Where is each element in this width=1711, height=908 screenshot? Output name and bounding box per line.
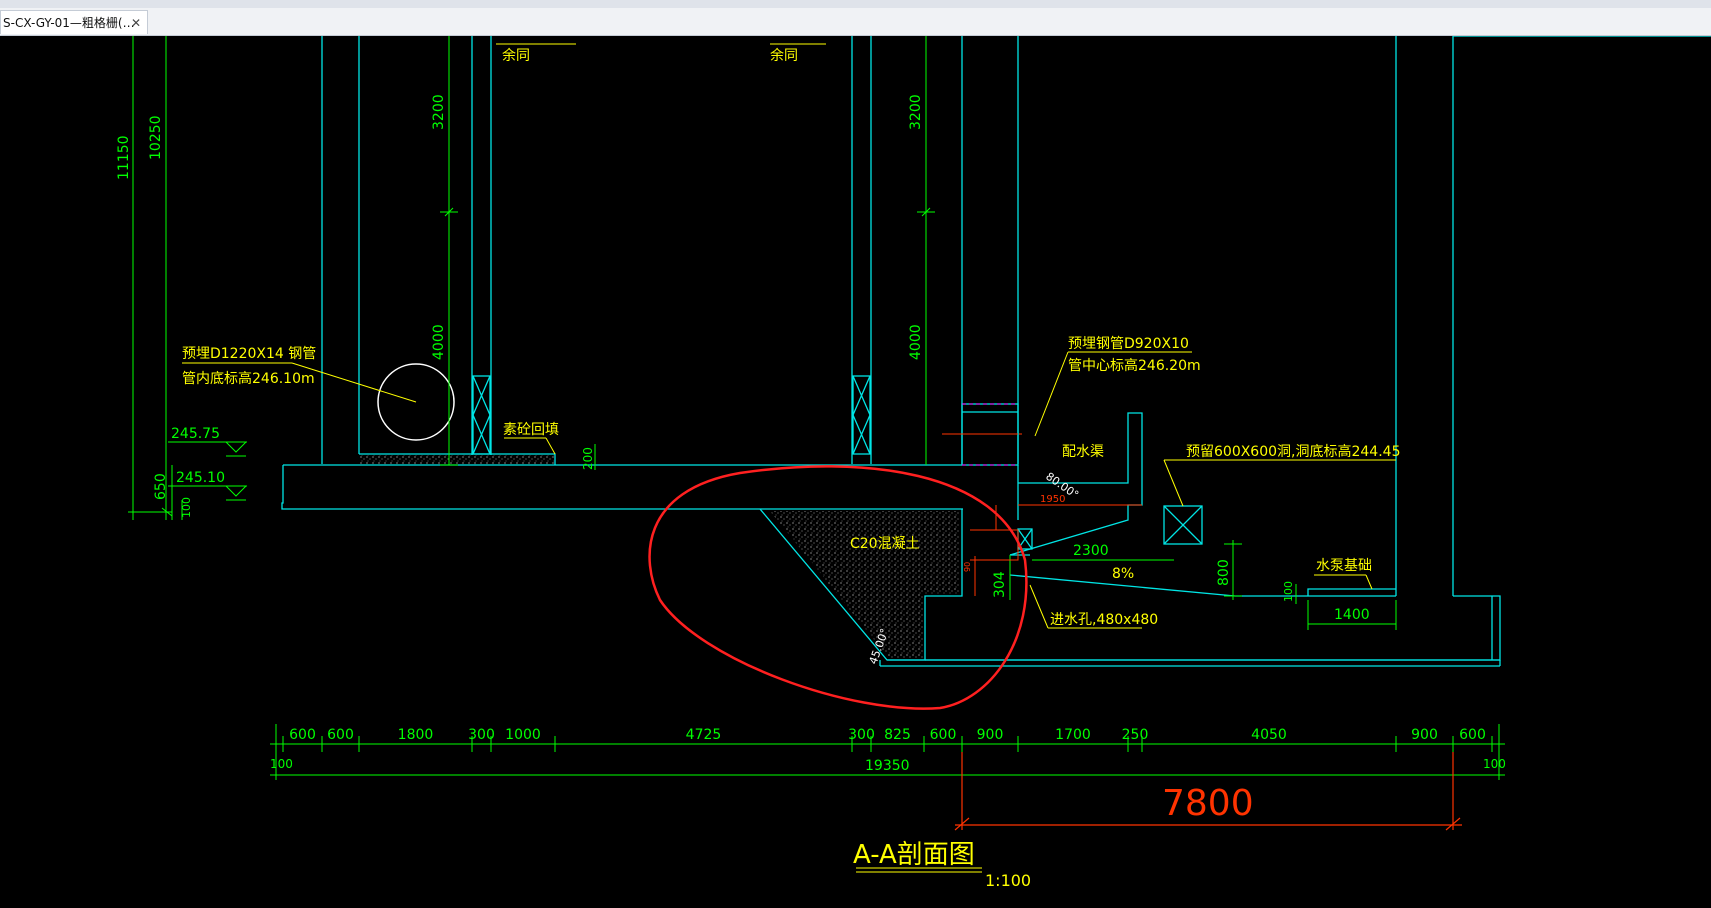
dim-200: 200 xyxy=(581,447,595,470)
dim-1950: 1950 xyxy=(1040,494,1065,505)
note-channel: 配水渠 xyxy=(1062,444,1104,460)
bottom-dim-label: 1800 xyxy=(398,727,434,743)
note-pipe-left-2: 管内底标高246.10m xyxy=(182,370,315,387)
bottom-dim-label: 600 xyxy=(930,727,957,743)
dim-4000-right: 4000 xyxy=(908,324,924,360)
dim-100-left: 100 xyxy=(180,497,193,518)
document-tab-bar: S-CX-GY-01—粗格栅(… ✕ xyxy=(0,8,1711,36)
elevation-245-10: 245.10 xyxy=(176,470,225,486)
bottom-dim-label: 4725 xyxy=(686,727,722,743)
bottom-dim-label: 4050 xyxy=(1251,727,1287,743)
bottom-dim-label: 900 xyxy=(977,727,1004,743)
cad-canvas: 11150 10250 3200 4000 3200 4000 650 100 … xyxy=(116,35,1711,890)
bottom-dim-label: 900 xyxy=(1411,727,1438,743)
total-dim-19350: 19350 xyxy=(865,758,910,774)
note-pipe-left-1: 预埋D1220X14 钢管 xyxy=(182,346,316,362)
note-slope: 8% xyxy=(1112,566,1134,582)
dimension-lines xyxy=(128,36,1505,780)
drawing-title: A-A剖面图 xyxy=(853,840,975,870)
annotation-texts: 预埋D1220X14 钢管 管内底标高246.10m 预埋钢管D920X10 管… xyxy=(182,47,1400,628)
note-top-right: 余同 xyxy=(770,47,798,64)
cad-drawing-area[interactable]: 11150 10250 3200 4000 3200 4000 650 100 … xyxy=(0,35,1711,904)
dim-3200-left: 3200 xyxy=(431,94,447,130)
note-pump-base: 水泵基础 xyxy=(1316,557,1372,574)
elevation-245-75: 245.75 xyxy=(171,426,220,442)
note-pipe-right-2: 管中心标高246.20m xyxy=(1068,357,1201,374)
dim-4000-left: 4000 xyxy=(431,324,447,360)
concrete-fill xyxy=(770,511,960,658)
note-pipe-right-1: 预埋钢管D920X10 xyxy=(1068,336,1189,352)
dim-10250: 10250 xyxy=(148,115,164,160)
dim-650: 650 xyxy=(153,473,169,500)
bottom-dim-label: 600 xyxy=(1459,727,1486,743)
note-backfill: 素砼回填 xyxy=(503,422,559,438)
drawing-scale: 1:100 xyxy=(985,871,1031,890)
edge-dim-right: 100 xyxy=(1483,757,1506,771)
dim-800: 800 xyxy=(1216,559,1232,586)
dim-2300: 2300 xyxy=(1073,543,1109,559)
dim-304: 304 xyxy=(992,571,1008,598)
bottom-dim-label: 600 xyxy=(289,727,316,743)
dimension-texts: 11150 10250 3200 4000 3200 4000 650 100 … xyxy=(116,94,1506,774)
note-inlet-hole: 进水孔,480x480 xyxy=(1050,612,1158,628)
edge-dim-left: 100 xyxy=(270,757,293,771)
bottom-dimension-labels: 600 600 1800 300 1000 4725 300 825 600 900 1700 250… xyxy=(289,727,1486,743)
dim-11150: 11150 xyxy=(116,135,132,180)
bottom-dim-label: 825 xyxy=(884,727,911,743)
document-tab[interactable]: S-CX-GY-01—粗格栅(… ✕ xyxy=(0,10,148,34)
big-dim-7800: 7800 xyxy=(1162,783,1254,824)
bottom-dim-label: 300 xyxy=(848,727,875,743)
close-icon[interactable]: ✕ xyxy=(131,11,141,34)
bottom-dim-label: 1700 xyxy=(1055,727,1091,743)
bottom-dim-label: 250 xyxy=(1122,727,1149,743)
bottom-dim-label: 600 xyxy=(327,727,354,743)
note-concrete: C20混凝土 xyxy=(850,536,920,552)
note-opening: 预留600X600洞,洞底标高244.45 xyxy=(1186,443,1400,460)
dim-small-red: 90 xyxy=(963,562,972,572)
dim-1400: 1400 xyxy=(1334,607,1370,623)
note-top-left: 余同 xyxy=(502,47,530,64)
dim-100-right: 100 xyxy=(1282,581,1295,602)
dim-3200-right: 3200 xyxy=(908,94,924,130)
tab-title: S-CX-GY-01—粗格栅(… xyxy=(3,16,135,30)
bottom-dim-label: 1000 xyxy=(505,727,541,743)
bottom-dim-label: 300 xyxy=(468,727,495,743)
backfill-fill xyxy=(360,455,554,464)
